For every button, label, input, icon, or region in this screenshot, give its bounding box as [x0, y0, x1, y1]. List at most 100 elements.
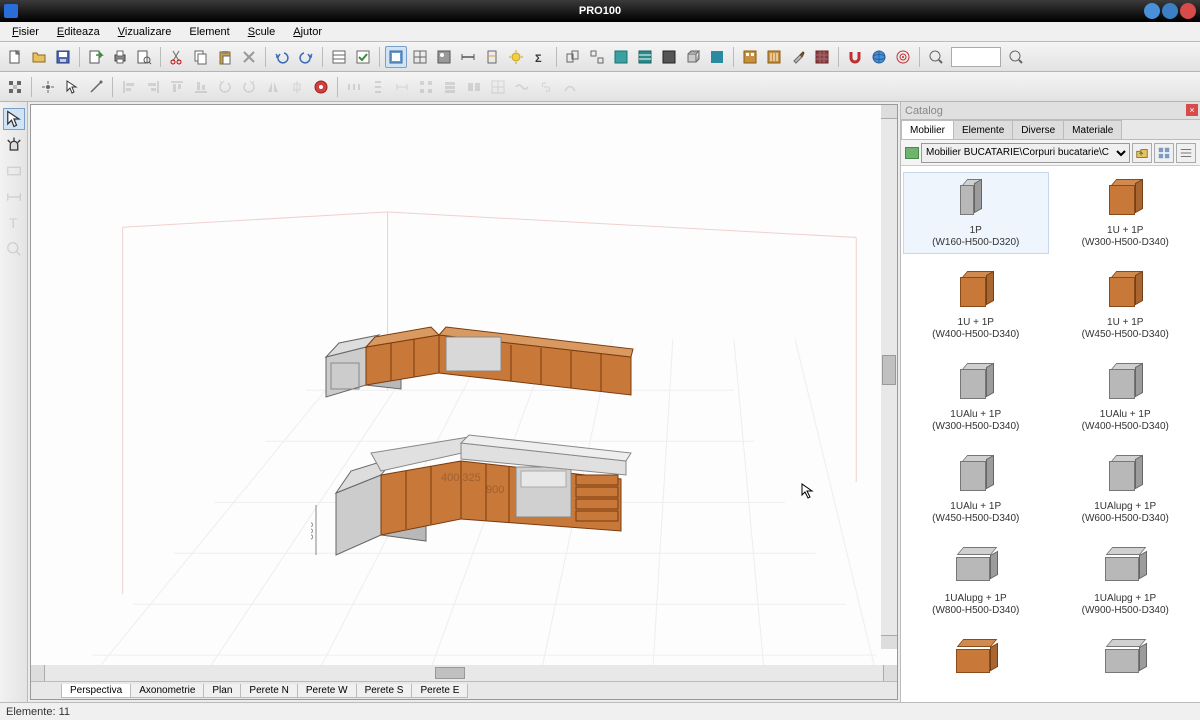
menu-help[interactable]: Ajutor [285, 24, 330, 40]
cut-button[interactable] [166, 46, 188, 68]
calc2-button[interactable] [763, 46, 785, 68]
viewport-hscrollbar[interactable] [31, 665, 897, 681]
catalog-tab-diverse[interactable]: Diverse [1012, 120, 1064, 139]
dimension-h-button[interactable] [457, 46, 479, 68]
zoom-input[interactable] [951, 47, 1001, 67]
grid-button[interactable] [487, 76, 509, 98]
light-tool[interactable] [3, 134, 25, 156]
viewport-vscrollbar[interactable] [881, 105, 897, 649]
catalog-item[interactable]: 1UAlu + 1P(W300-H500-D340) [903, 356, 1049, 438]
catalog-item[interactable]: 1UAlupg + 1P(W800-H500-D340) [903, 540, 1049, 622]
catalog-item[interactable]: 1U + 1P(W300-H500-D340) [1053, 172, 1199, 254]
view-tab-wall-n[interactable]: Perete N [240, 684, 297, 698]
catalog-item[interactable] [1053, 632, 1199, 702]
view-render-button[interactable] [433, 46, 455, 68]
menu-tools[interactable]: Scule [240, 24, 284, 40]
stack-button[interactable] [439, 76, 461, 98]
light-button[interactable] [505, 46, 527, 68]
center-button[interactable] [286, 76, 308, 98]
menu-edit[interactable]: Editeaza [49, 24, 108, 40]
path-button[interactable] [559, 76, 581, 98]
catalog-item[interactable]: 1UAlu + 1P(W400-H500-D340) [1053, 356, 1199, 438]
snap-point-button[interactable] [37, 76, 59, 98]
grid-red-button[interactable] [811, 46, 833, 68]
thumbnail-view-button[interactable] [1154, 143, 1174, 163]
sigma-button[interactable]: Σ [529, 46, 551, 68]
maximize-button[interactable] [1162, 3, 1178, 19]
view-tab-axonometry[interactable]: Axonometrie [130, 684, 204, 698]
catalog-path-select[interactable]: Mobilier BUCATARIE\Corpuri bucatarie\C [921, 143, 1130, 163]
calc1-button[interactable] [739, 46, 761, 68]
rect-tool[interactable] [3, 160, 25, 182]
delete-button[interactable] [238, 46, 260, 68]
print-preview-button[interactable] [133, 46, 155, 68]
distribute-h-button[interactable] [343, 76, 365, 98]
catalog-item[interactable]: 1UAlupg + 1P(W900-H500-D340) [1053, 540, 1199, 622]
menu-element[interactable]: Element [181, 24, 237, 40]
selection-tool[interactable] [3, 108, 25, 130]
print-button[interactable] [109, 46, 131, 68]
align-bottom-button[interactable] [190, 76, 212, 98]
select-arrow-button[interactable] [61, 76, 83, 98]
view-tab-wall-s[interactable]: Perete S [356, 684, 413, 698]
properties-button[interactable] [328, 46, 350, 68]
catalog-item[interactable] [903, 632, 1049, 702]
folder-up-button[interactable] [1132, 143, 1152, 163]
array-button[interactable] [415, 76, 437, 98]
paste-button[interactable] [214, 46, 236, 68]
view-solid-button[interactable] [610, 46, 632, 68]
open-button[interactable] [28, 46, 50, 68]
red-target-button[interactable] [310, 76, 332, 98]
tile-button[interactable] [463, 76, 485, 98]
dim-tool[interactable] [3, 186, 25, 208]
spacing-button[interactable] [391, 76, 413, 98]
catalog-tab-materiale[interactable]: Materiale [1063, 120, 1122, 139]
rotate-left-button[interactable] [214, 76, 236, 98]
catalog-items[interactable]: 1P(W160-H500-D320) 1U + 1P(W300-H500-D34… [901, 166, 1200, 702]
globe-button[interactable] [868, 46, 890, 68]
export-button[interactable] [85, 46, 107, 68]
ungroup-button[interactable] [586, 46, 608, 68]
snap-grid-button[interactable] [4, 76, 26, 98]
save-button[interactable] [52, 46, 74, 68]
copy-button[interactable] [190, 46, 212, 68]
edit-line-button[interactable] [85, 76, 107, 98]
catalog-item[interactable]: 1UAlu + 1P(W450-H500-D340) [903, 448, 1049, 530]
list-view-button[interactable] [1176, 143, 1196, 163]
dimension-v-button[interactable] [481, 46, 503, 68]
menu-file[interactable]: Fisier [4, 24, 47, 40]
view-tab-wall-w[interactable]: Perete W [297, 684, 357, 698]
view-tab-perspective[interactable]: Perspectiva [61, 684, 131, 698]
view-tab-wall-e[interactable]: Perete E [411, 684, 468, 698]
distribute-v-button[interactable] [367, 76, 389, 98]
text-tool[interactable]: T [3, 212, 25, 234]
align-right-button[interactable] [142, 76, 164, 98]
zoom-button[interactable] [925, 46, 947, 68]
undo-button[interactable] [271, 46, 293, 68]
close-button[interactable] [1180, 3, 1196, 19]
target-button[interactable] [892, 46, 914, 68]
viewport[interactable]: 400 325 900 300 [31, 105, 897, 665]
catalog-tab-elemente[interactable]: Elemente [953, 120, 1013, 139]
view-tab-plan[interactable]: Plan [203, 684, 241, 698]
zoom-tool[interactable] [3, 238, 25, 260]
material-button[interactable] [706, 46, 728, 68]
catalog-tab-mobilier[interactable]: Mobilier [901, 120, 954, 139]
new-button[interactable] [4, 46, 26, 68]
view-wireframe-button[interactable] [409, 46, 431, 68]
paint-button[interactable] [787, 46, 809, 68]
catalog-item[interactable]: 1P(W160-H500-D320) [903, 172, 1049, 254]
box-button[interactable] [682, 46, 704, 68]
align-left-button[interactable] [118, 76, 140, 98]
minimize-button[interactable] [1144, 3, 1160, 19]
view-dark-button[interactable] [658, 46, 680, 68]
view-texture-button[interactable] [634, 46, 656, 68]
menu-view[interactable]: Vizualizare [110, 24, 180, 40]
catalog-item[interactable]: 1UAlupg + 1P(W600-H500-D340) [1053, 448, 1199, 530]
zoom-fit-button[interactable] [1005, 46, 1027, 68]
group-button[interactable] [562, 46, 584, 68]
catalog-close-button[interactable]: × [1186, 104, 1198, 116]
align-top-button[interactable] [166, 76, 188, 98]
view-3d-button[interactable] [385, 46, 407, 68]
catalog-item[interactable]: 1U + 1P(W400-H500-D340) [903, 264, 1049, 346]
